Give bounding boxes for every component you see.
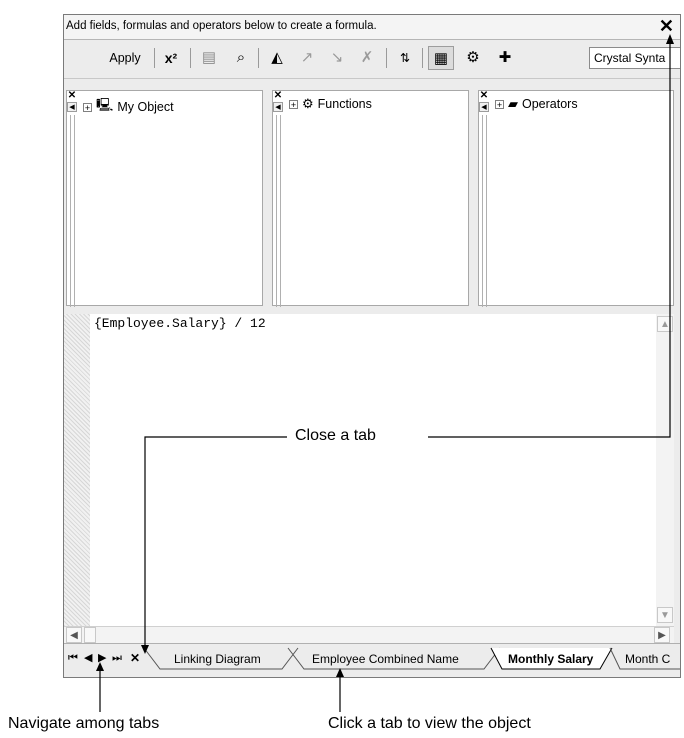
hint-text: Add fields, formulas and operators below… (66, 20, 377, 32)
gear-icon: ⚙ (302, 96, 314, 111)
formula-text[interactable]: {Employee.Salary} / 12 (94, 316, 266, 331)
callout-close-tab: Close a tab (295, 427, 376, 445)
tree-node-label: Operators (522, 97, 578, 111)
close-pane-icon[interactable]: ✕ (67, 91, 77, 101)
vertical-scrollbar[interactable]: ▲ ▼ (656, 314, 674, 626)
folder-puzzle-icon: ▰ (508, 96, 518, 111)
browse-data-icon[interactable]: ▤ (196, 46, 222, 70)
hint-bar: Add fields, formulas and operators below… (64, 15, 680, 40)
scroll-left-icon[interactable]: ◀ (66, 627, 82, 643)
tab-linking-diagram[interactable]: Linking Diagram (174, 650, 261, 668)
check-syntax-icon[interactable]: x² (158, 46, 184, 70)
scroll-right-icon[interactable]: ▶ (654, 627, 670, 643)
syntax-select[interactable]: Crystal Synta (589, 47, 680, 69)
tree-node-label: My Object (117, 100, 174, 114)
callout-click-tab: Click a tab to view the object (328, 715, 531, 733)
scroll-up-icon[interactable]: ▲ (657, 316, 673, 332)
formula-editor[interactable]: {Employee.Salary} / 12 (90, 314, 656, 626)
sort-az-icon[interactable]: ⇅ (392, 46, 418, 70)
pane-splitter[interactable] (70, 115, 75, 307)
pane-controls: ✕ ◀ (273, 91, 283, 307)
tree-node-functions[interactable]: + ⚙ Functions (289, 96, 372, 112)
toolbar: Apply x² ▤ ⌕ ◭ ↗ ↘ ✗ ⇅ ▦ ⚙ ✚ Crystal Syn… (64, 40, 680, 79)
pane-controls: ✕ ◀ (479, 91, 489, 307)
close-pane-icon[interactable]: ✕ (273, 91, 283, 101)
apply-button[interactable]: Apply (100, 46, 150, 70)
tree-node-operators[interactable]: + ▰ Operators (495, 96, 578, 112)
editor-gutter (64, 314, 90, 626)
scroll-down-icon[interactable]: ▼ (657, 607, 673, 623)
expand-icon[interactable]: + (495, 99, 504, 109)
pane-splitter[interactable] (482, 115, 487, 307)
operators-pane: ✕ ◀ + ▰ Operators (478, 90, 674, 307)
tab-month-c[interactable]: Month C (625, 650, 670, 668)
functions-pane: ✕ ◀ + ⚙ Functions (272, 90, 469, 307)
pane-scroll-left-icon[interactable]: ◀ (479, 102, 489, 112)
previous-bookmark-icon[interactable]: ↘ (324, 46, 350, 70)
formula-workshop-window: Add fields, formulas and operators below… (63, 14, 681, 678)
expand-icon[interactable]: + (289, 99, 298, 109)
tab-employee-combined-name[interactable]: Employee Combined Name (312, 650, 459, 668)
my-object-pane: ✕ ◀ + 🖳 My Object (66, 90, 263, 307)
expand-icon[interactable]: + (83, 102, 92, 112)
pane-controls: ✕ ◀ (67, 91, 77, 307)
next-bookmark-icon[interactable]: ↗ (294, 46, 320, 70)
close-pane-icon[interactable]: ✕ (479, 91, 489, 101)
pane-scroll-left-icon[interactable]: ◀ (273, 102, 283, 112)
pane-splitter[interactable] (276, 115, 281, 307)
horizontal-scrollbar[interactable]: ◀ ▶ (64, 626, 674, 644)
computer-icon: 🖳 (96, 97, 114, 112)
syntax-value: Crystal Synta (594, 51, 666, 65)
close-window-button[interactable]: ✕ (659, 16, 674, 36)
toolbar-separator (154, 48, 155, 68)
find-icon[interactable]: ⌕ (228, 46, 254, 70)
toolbar-separator (190, 48, 191, 68)
tab-bar: ⏮ ◀ ▶ ⏭ ✕ Linking Diagram Employee Combi… (64, 643, 680, 677)
toggle-functions-tree-icon[interactable]: ⚙ (460, 46, 486, 70)
callout-navigate-tabs: Navigate among tabs (8, 715, 160, 733)
toolbar-separator (422, 48, 423, 68)
tree-node-label: Functions (317, 97, 372, 111)
tab-monthly-salary[interactable]: Monthly Salary (508, 650, 593, 668)
toggle-operators-tree-icon[interactable]: ✚ (492, 46, 518, 70)
toolbar-separator (386, 48, 387, 68)
pane-scroll-left-icon[interactable]: ◀ (67, 102, 77, 112)
tree-node-my-object[interactable]: + 🖳 My Object (83, 96, 174, 118)
scroll-thumb[interactable] (84, 627, 96, 643)
clear-bookmarks-icon[interactable]: ✗ (354, 46, 380, 70)
bookmark-icon[interactable]: ◭ (264, 46, 290, 70)
toggle-fields-tree-icon[interactable]: ▦ (428, 46, 454, 70)
toolbar-separator (258, 48, 259, 68)
